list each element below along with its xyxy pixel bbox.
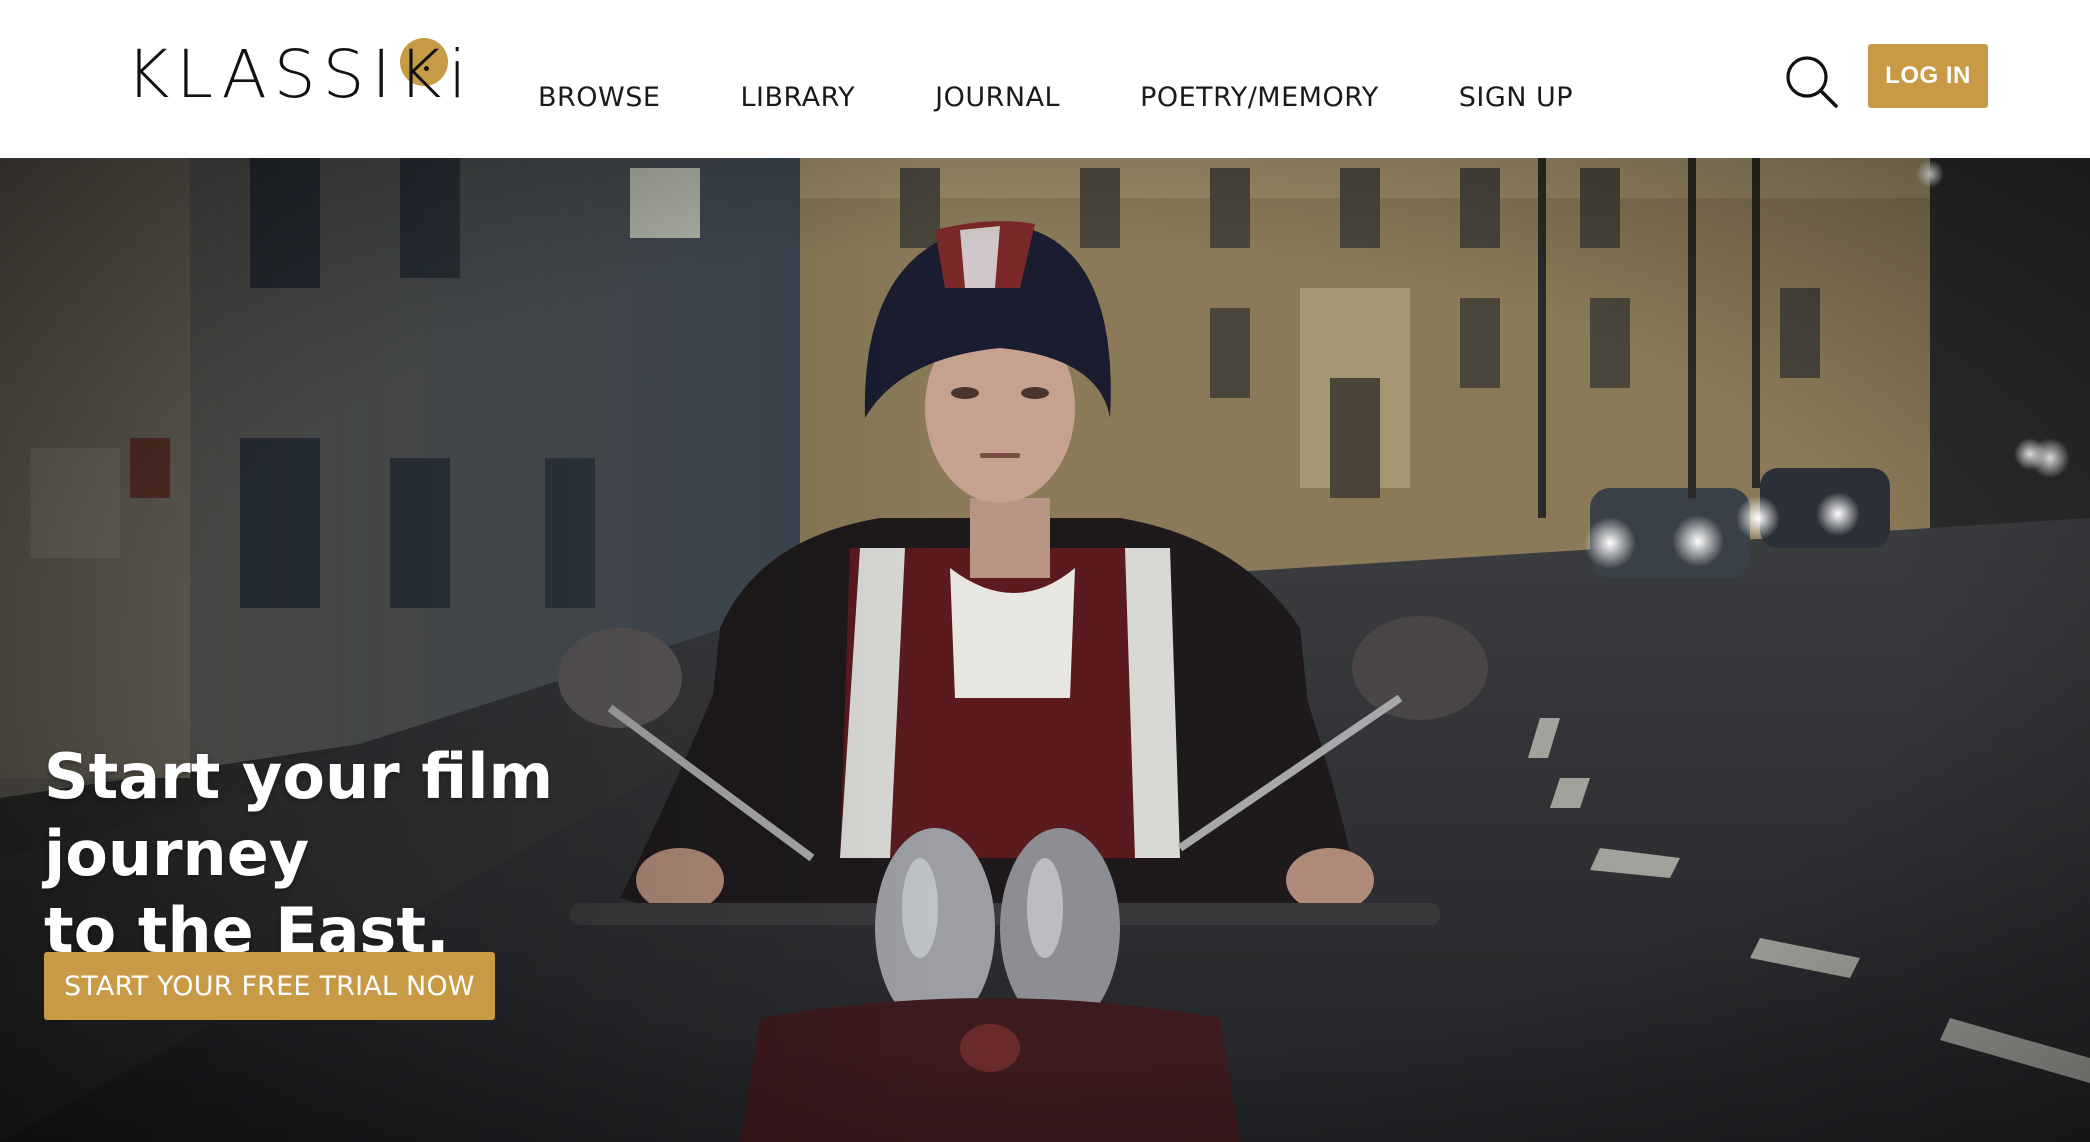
search-icon (1786, 56, 1838, 108)
nav-item-browse[interactable]: BROWSE (538, 82, 660, 113)
nav-item-library[interactable]: LIBRARY (740, 82, 855, 113)
logo-text: KLASSIKi (126, 36, 474, 113)
hero-banner: Start your film journey to the East. STA… (0, 158, 2090, 1142)
search-button[interactable] (1784, 54, 1840, 110)
hero-headline-line-1: Start your film journey (44, 740, 554, 890)
start-free-trial-button[interactable]: START YOUR FREE TRIAL NOW (44, 952, 495, 1020)
nav-item-poetry-memory[interactable]: POETRY/MEMORY (1140, 82, 1379, 113)
main-nav: BROWSE LIBRARY JOURNAL POETRY/MEMORY SIG… (538, 82, 1653, 113)
login-button[interactable]: LOG IN (1868, 44, 1988, 108)
hero-headline: Start your film journey to the East. (44, 738, 804, 969)
nav-item-sign-up[interactable]: SIGN UP (1459, 82, 1573, 113)
site-header: KLASSIKi BROWSE LIBRARY JOURNAL POETRY/M… (0, 0, 2090, 158)
nav-item-journal[interactable]: JOURNAL (935, 82, 1060, 113)
